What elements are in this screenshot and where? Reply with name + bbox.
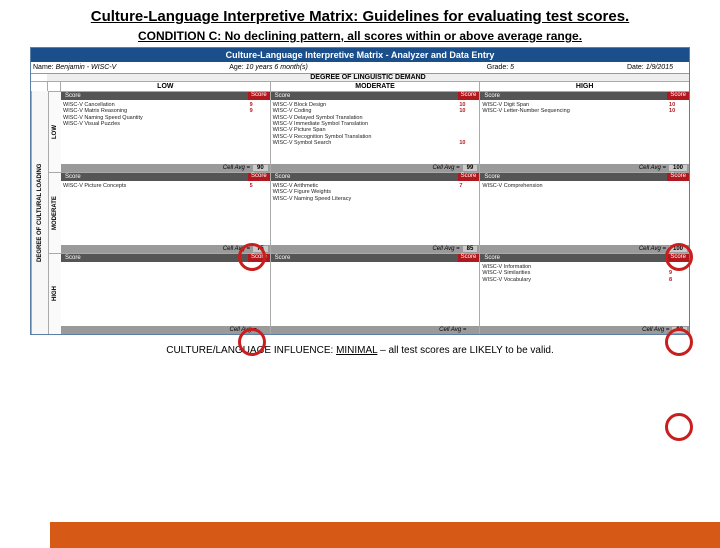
- cell-low-high: Score Score WISC-V Digit Span10WISC-V Let…: [480, 92, 689, 172]
- score-heading: Score: [667, 92, 689, 100]
- name-value: Benjamin - WISC-V: [56, 64, 117, 71]
- score-heading: Score: [65, 174, 81, 180]
- col-low: LOW: [61, 82, 271, 91]
- age-label: Age:: [229, 64, 243, 71]
- cultural-loading-axis: DEGREE OF CULTURAL LOADING: [31, 91, 48, 334]
- tests-high-high: WISC-V InformationWISC-V Similarities9WI…: [480, 262, 689, 326]
- footer-conclusion: CULTURE/LANGUAGE INFLUENCE: MINIMAL – al…: [40, 345, 680, 356]
- page-title: Culture-Language Interpretive Matrix: Gu…: [40, 8, 680, 25]
- cell-low-low: Score Score WISC-V Cancellation9WISC-V Ma…: [61, 92, 271, 172]
- avg-label: Cell Avg =: [639, 165, 666, 171]
- name-label: Name:: [33, 64, 54, 71]
- linguistic-demand-header: DEGREE OF LINGUISTIC DEMAND: [31, 74, 689, 82]
- matrix-banner: Culture-Language Interpretive Matrix - A…: [31, 48, 689, 62]
- demand-title: DEGREE OF LINGUISTIC DEMAND: [47, 74, 689, 81]
- avg-label: Cell Avg =: [229, 327, 256, 333]
- tests-low-high: WISC-V Digit Span10WISC-V Letter-Number …: [480, 100, 689, 164]
- date-value: 1/9/2015: [646, 64, 673, 71]
- col-mod: MODERATE: [271, 82, 481, 91]
- subject-header: Name: Benjamin - WISC-V Age: 10 years 6 …: [31, 62, 689, 74]
- avg-label: Cell Avg =: [432, 246, 459, 252]
- grade-value: 5: [510, 64, 514, 71]
- cell-high-high: Score Score WISC-V InformationWISC-V Simi…: [480, 254, 689, 334]
- score-heading: Score: [65, 255, 81, 261]
- grade-label: Grade:: [487, 64, 508, 71]
- row-mod-label: MODERATE: [48, 173, 61, 253]
- score-heading: Score: [484, 174, 500, 180]
- cell-mod-low: Score Score WISC-V Picture Concepts5 Cell…: [61, 173, 271, 253]
- score-heading: Score: [275, 93, 291, 99]
- row-mod: MODERATE Score Score WISC-V Picture Conce…: [48, 172, 689, 253]
- row-high-label: HIGH: [48, 254, 61, 334]
- columns-header: LOW MODERATE HIGH: [31, 82, 689, 91]
- tests-mod-low: WISC-V Picture Concepts5: [61, 181, 270, 245]
- cell-mod-high: Score Score WISC-V Comprehension Cell Avg…: [480, 173, 689, 253]
- avg-mod-high: 100: [669, 246, 687, 252]
- matrix-container: Culture-Language Interpretive Matrix - A…: [30, 47, 690, 335]
- cell-high-low: Score Score Cell Avg =: [61, 254, 271, 334]
- footer-level: MINIMAL: [336, 345, 377, 356]
- row-low: LOW Score Score WISC-V Cancellation9WISC-…: [48, 91, 689, 172]
- footer-suffix: – all test scores are LIKELY to be valid…: [377, 345, 553, 356]
- condition-subtitle: CONDITION C: No declining pattern, all s…: [40, 29, 680, 43]
- score-heading: Score: [248, 92, 270, 100]
- avg-label: Cell Avg =: [223, 165, 250, 171]
- row-low-label: LOW: [48, 92, 61, 172]
- date-label: Date:: [627, 64, 644, 71]
- score-heading: Score: [667, 254, 689, 262]
- col-high: HIGH: [480, 82, 689, 91]
- avg-label: Cell Avg =: [439, 327, 466, 333]
- cell-high-mod: Score Score Cell Avg =: [271, 254, 481, 334]
- avg-high-high: 93: [672, 327, 687, 333]
- footer-prefix: CULTURE/LANGUAGE INFLUENCE:: [166, 345, 336, 356]
- score-heading: Score: [458, 254, 480, 262]
- matrix-body: DEGREE OF CULTURAL LOADING LOW ScoreScor…: [31, 91, 689, 334]
- score-heading: Score: [458, 173, 480, 181]
- cell-low-mod: Score Score WISC-V Block Design10WISC-V C…: [271, 92, 481, 172]
- age-value: 10 years 6 month(s): [246, 64, 308, 71]
- score-heading: Score: [248, 254, 270, 262]
- avg-label: Cell Avg =: [642, 327, 669, 333]
- bottom-accent-bar: [50, 522, 720, 548]
- avg-label: Cell Avg =: [639, 246, 666, 252]
- tests-low-mod: WISC-V Block Design10WISC-V Coding10WISC…: [271, 100, 480, 164]
- score-heading: Score: [65, 93, 81, 99]
- tests-mod-high: WISC-V Comprehension: [480, 181, 689, 245]
- tests-low-low: WISC-V Cancellation9WISC-V Matrix Reason…: [61, 100, 270, 164]
- score-heading: Score: [275, 174, 291, 180]
- highlight-circle: [665, 413, 693, 441]
- score-heading: Score: [458, 92, 480, 100]
- row-high: HIGH Score Score Cell Avg = Score Score Ce…: [48, 253, 689, 334]
- avg-low-high: 100: [669, 165, 687, 171]
- avg-label: Cell Avg =: [432, 165, 459, 171]
- tests-mod-mod: WISC-V Arithmetic7WISC-V Figure WeightsW…: [271, 181, 480, 245]
- avg-low-low: 90: [253, 165, 268, 171]
- avg-mod-low: 75: [253, 246, 268, 252]
- score-heading: Score: [484, 93, 500, 99]
- score-heading: Score: [248, 173, 270, 181]
- score-heading: Score: [667, 173, 689, 181]
- matrix-grid: LOW Score Score WISC-V Cancellation9WISC-…: [48, 91, 689, 334]
- tests-high-mod: [271, 262, 480, 326]
- avg-label: Cell Avg =: [223, 246, 250, 252]
- score-heading: Score: [484, 255, 500, 261]
- tests-high-low: [61, 262, 270, 326]
- cell-mod-mod: Score Score WISC-V Arithmetic7WISC-V Figu…: [271, 173, 481, 253]
- avg-low-mod: 99: [463, 165, 478, 171]
- score-heading: Score: [275, 255, 291, 261]
- avg-mod-mod: 85: [463, 246, 478, 252]
